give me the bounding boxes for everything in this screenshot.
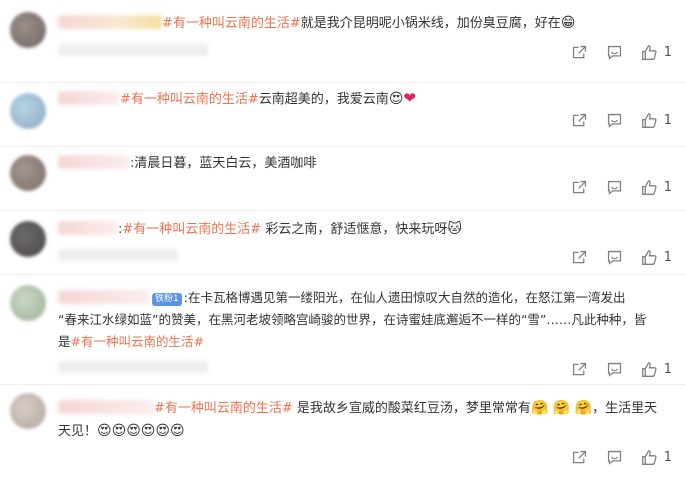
comment-content: 铁粉1:在卡瓦格博遇见第一缕阳光，在仙人遗田惊叹大自然的造化，在怒江第一湾发出 … (58, 287, 672, 353)
comment-content: #有一种叫云南的生活# 是我故乡宣威的酸菜红豆汤，梦里常常有🤗 🤗 🤗，生活里天… (58, 397, 672, 443)
comment-actions: 1 (553, 110, 672, 130)
share-button[interactable] (571, 249, 588, 266)
topic-link[interactable]: #有一种叫云南的生活# (122, 222, 261, 237)
comment-content: #有一种叫云南的生活#就是我介昆明呢小锅米线，加份臭豆腐，好在😁 (58, 12, 616, 35)
comment-actions: 1 (553, 42, 672, 62)
like-icon (641, 44, 657, 60)
comment-item: #有一种叫云南的生活#云南超美的，我爱云南😍❤ 1 (0, 83, 686, 147)
username[interactable] (58, 155, 130, 169)
comment-item: :清晨日暮，蓝天白云，美酒咖啡 1 (0, 147, 686, 211)
comment-item: #有一种叫云南的生活# 是我故乡宣威的酸菜红豆汤，梦里常常有🤗 🤗 🤗，生活里天… (0, 385, 686, 481)
share-icon (572, 450, 586, 463)
comment-item: #有一种叫云南的生活#就是我介昆明呢小锅米线，加份臭豆腐，好在😁 1 (0, 0, 686, 83)
avatar[interactable] (10, 93, 46, 129)
share-icon (572, 362, 586, 375)
comment-button[interactable] (606, 112, 623, 129)
like-count: 1 (663, 361, 672, 377)
avatar[interactable] (10, 285, 46, 321)
comment-content: :清晨日暮，蓝天白云，美酒咖啡 (58, 153, 616, 175)
like-count: 1 (663, 44, 672, 60)
comment-actions: 1 (553, 359, 672, 379)
comment-button[interactable] (606, 361, 623, 378)
share-icon (572, 113, 586, 126)
comment-text: 彩云之南，舒适惬意，快来玩呀 (261, 222, 448, 237)
comment-text: 是我故乡宣威的酸菜红豆汤，梦里常常有 (292, 401, 531, 416)
like-count: 1 (663, 249, 672, 265)
comment-text-2: ，生活里天 (592, 401, 658, 416)
comment-actions: 1 (553, 177, 672, 197)
comment-text: 云南超美的，我爱云南 (258, 92, 389, 107)
avatar[interactable] (10, 155, 46, 191)
like-button[interactable]: 1 (641, 449, 672, 466)
like-icon (641, 179, 657, 195)
grin-emoji: 😁 (560, 15, 576, 31)
comment-meta (58, 361, 208, 373)
username[interactable] (58, 91, 120, 105)
topic-link[interactable]: #有一种叫云南的生活# (154, 401, 293, 416)
comment-item: :#有一种叫云南的生活# 彩云之南，舒适惬意，快来玩呀🐱 1 (0, 211, 686, 275)
topic-link[interactable]: #有一种叫云南的生活# (120, 92, 259, 107)
comment-text: :清晨日暮，蓝天白云，美酒咖啡 (130, 156, 317, 171)
topic-link[interactable]: #有一种叫云南的生活# (162, 16, 301, 31)
fan-badge: 铁粉1 (152, 293, 182, 306)
avatar[interactable] (10, 12, 46, 48)
comment-button[interactable] (606, 249, 623, 266)
comment-button[interactable] (606, 44, 623, 61)
like-icon (641, 361, 657, 377)
comment-meta (58, 44, 208, 56)
comment-text-line2: “春来江水绿如蓝”的赞美，在黑河老坡领略宫崎骏的世界，在诗蜜娃底邂逅不一样的“雪… (58, 312, 647, 327)
avatar[interactable] (10, 221, 46, 257)
comment-icon (607, 45, 621, 60)
share-button[interactable] (571, 449, 588, 466)
comment-text-line2: 天见！ (58, 424, 98, 439)
share-button[interactable] (571, 361, 588, 378)
comment-content: :#有一种叫云南的生活# 彩云之南，舒适惬意，快来玩呀🐱 (58, 218, 616, 241)
comment-icon (607, 450, 621, 465)
share-button[interactable] (571, 179, 588, 196)
username[interactable] (58, 221, 118, 235)
comment-text-line1: :在卡瓦格博遇见第一缕阳光，在仙人遗田惊叹大自然的造化，在怒江第一湾发出 (183, 290, 626, 305)
comment-text-line3: 是 (58, 334, 71, 349)
comment-icon (607, 180, 621, 195)
comment-button[interactable] (606, 179, 623, 196)
comment-meta (58, 249, 178, 261)
share-button[interactable] (571, 44, 588, 61)
heart-icon: ❤ (403, 89, 416, 107)
heart-eyes-emoji: 😍 (388, 91, 404, 107)
share-button[interactable] (571, 112, 588, 129)
like-count: 1 (663, 449, 672, 465)
like-icon (641, 249, 657, 265)
comment-text: 就是我介昆明呢小锅米线，加份臭豆腐，好在 (300, 16, 561, 31)
topic-link[interactable]: #有一种叫云南的生活# (71, 334, 204, 349)
comment-icon (607, 362, 621, 377)
hug-emoji: 🤗 🤗 🤗 (530, 400, 593, 416)
like-count: 1 (663, 112, 672, 128)
like-button[interactable]: 1 (641, 44, 672, 61)
comment-icon (607, 250, 621, 265)
like-button[interactable]: 1 (641, 179, 672, 196)
like-icon (641, 449, 657, 465)
comment-icon (607, 113, 621, 128)
like-button[interactable]: 1 (641, 249, 672, 266)
comment-item: 铁粉1:在卡瓦格博遇见第一缕阳光，在仙人遗田惊叹大自然的造化，在怒江第一湾发出 … (0, 275, 686, 385)
like-icon (641, 112, 657, 128)
share-icon (572, 180, 586, 193)
like-button[interactable]: 1 (641, 112, 672, 129)
like-count: 1 (663, 179, 672, 195)
comment-button[interactable] (606, 449, 623, 466)
heart-eyes-emoji: 😍😍😍😍😍😍 (97, 423, 185, 439)
cat-emoji: 🐱 (447, 221, 462, 237)
comment-actions: 1 (553, 447, 672, 467)
comment-actions: 1 (553, 247, 672, 267)
username[interactable] (58, 15, 162, 29)
share-icon (572, 250, 586, 263)
like-button[interactable]: 1 (641, 361, 672, 378)
share-icon (572, 45, 586, 58)
comment-content: #有一种叫云南的生活#云南超美的，我爱云南😍❤ (58, 87, 616, 111)
username[interactable] (58, 400, 154, 414)
avatar[interactable] (10, 393, 46, 429)
username[interactable] (58, 290, 150, 304)
